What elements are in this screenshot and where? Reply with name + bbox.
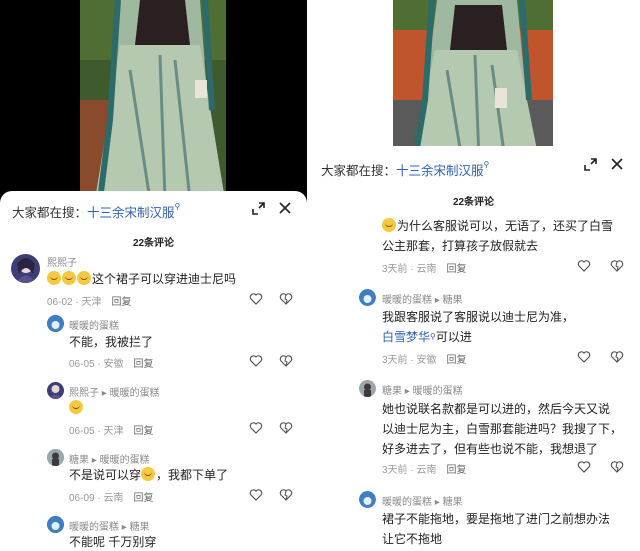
heart-icon[interactable] <box>577 460 591 474</box>
arrow-right-icon: ▸ <box>434 295 440 306</box>
broken-heart-icon[interactable] <box>279 421 293 435</box>
avatar[interactable] <box>359 289 376 306</box>
reply-button[interactable]: 回复 <box>446 355 466 366</box>
comment-count: 22条评论 <box>132 238 175 249</box>
heart-icon[interactable] <box>577 259 591 273</box>
arrow-right-icon: ▸ <box>101 388 107 399</box>
broken-heart-icon[interactable] <box>610 350 624 364</box>
heart-icon[interactable] <box>249 354 263 368</box>
comment-text: 她也说联名款都是可以进的，然后今天又说 以迪士尼为主，白雪那套能进吗？我搜了下，… <box>382 402 623 456</box>
broken-heart-icon[interactable] <box>610 259 624 273</box>
username[interactable]: 暖暖的蛋糕 ▸ 糖果 <box>382 291 463 306</box>
expand-icon[interactable] <box>582 156 598 172</box>
username[interactable]: 糖果 ▸ 暖暖的蛋糕 <box>382 382 463 397</box>
comment-meta: 3天前 · 云南 回复 <box>382 465 467 476</box>
search-term-link[interactable]: 十三余宋制汉服 <box>87 206 175 220</box>
reply-button[interactable]: 回复 <box>111 297 131 308</box>
avatar[interactable] <box>47 382 64 399</box>
cry-emoji-icon <box>77 271 91 285</box>
reply-button[interactable]: 回复 <box>133 359 153 370</box>
username[interactable]: 熙熙子 <box>47 254 77 269</box>
heart-icon[interactable] <box>249 488 263 502</box>
comment-text: 不能呢 千万别穿 <box>69 535 157 549</box>
avatar[interactable] <box>47 516 64 533</box>
reply-button[interactable]: 回复 <box>133 426 153 437</box>
search-prefix: 大家都在搜： <box>12 206 88 220</box>
avatar[interactable] <box>11 254 40 283</box>
scared-emoji-icon <box>141 467 156 481</box>
avatar[interactable] <box>359 380 376 397</box>
comment-sheet: 大家都在搜：十三余宋制汉服⚲ 22条评论 熙熙子 这个裙子可以穿进迪士尼吗 06… <box>0 191 307 551</box>
username[interactable]: 暖暖的蛋糕 <box>69 317 119 332</box>
avatar[interactable] <box>359 491 376 508</box>
reply-button[interactable]: 回复 <box>446 264 466 275</box>
close-icon[interactable] <box>609 156 625 172</box>
search-prefix: 大家都在搜： <box>321 164 397 178</box>
cry-emoji-icon <box>382 218 396 232</box>
reply-button[interactable]: 回复 <box>446 465 466 476</box>
sheet-header: 大家都在搜：十三余宋制汉服⚲ <box>0 191 307 227</box>
cry-emoji-icon <box>47 271 61 285</box>
hanfu-photo <box>0 0 307 200</box>
comment-text: 裙子不能拖地，要是拖地了进门之前想办法 让它不拖地 <box>382 512 611 546</box>
search-link[interactable]: 白雪梦华 <box>382 330 430 344</box>
avatar[interactable] <box>47 315 64 332</box>
comment-text <box>69 398 84 418</box>
comment-meta: 06-05 · 天津 回复 <box>69 426 154 437</box>
search-icon: ⚲ <box>483 160 490 169</box>
comment-sheet: 大家都在搜：十三余宋制汉服⚲ 22条评论 为什么客服说可以，无语了，还买了白雪 … <box>307 146 640 551</box>
comment-text: 我跟客服说了客服说以迪士尼为准， 白雪梦华⚲可以进 <box>382 310 575 344</box>
heart-icon[interactable] <box>577 350 591 364</box>
comment-count: 22条评论 <box>452 197 495 208</box>
search-suggestion[interactable]: 大家都在搜：十三余宋制汉服⚲ <box>12 202 180 221</box>
comment-meta: 06-05 · 安徽 回复 <box>69 359 154 370</box>
search-suggestion[interactable]: 大家都在搜：十三余宋制汉服⚲ <box>321 160 489 179</box>
comment-meta: 06-09 · 云南 回复 <box>69 493 154 504</box>
broken-heart-icon[interactable] <box>279 354 293 368</box>
arrow-right-icon: ▸ <box>404 386 410 397</box>
broken-heart-icon[interactable] <box>279 488 293 502</box>
avatar[interactable] <box>47 449 64 466</box>
username[interactable]: 熙熙子 ▸ 暖暖的蛋糕 <box>69 384 160 399</box>
cry-emoji-icon <box>62 271 76 285</box>
search-term-link[interactable]: 十三余宋制汉服 <box>396 164 484 178</box>
left-screenshot: 大家都在搜：十三余宋制汉服⚲ 22条评论 熙熙子 这个裙子可以穿进迪士尼吗 06… <box>0 0 307 551</box>
search-icon: ⚲ <box>174 202 181 211</box>
right-screenshot: 大家都在搜：十三余宋制汉服⚲ 22条评论 为什么客服说可以，无语了，还买了白雪 … <box>307 0 640 551</box>
comment-text: 不是说可以穿 ，我都下单了 <box>69 467 229 482</box>
username[interactable]: 暖暖的蛋糕 ▸ 糖果 <box>382 493 463 508</box>
username[interactable]: 暖暖的蛋糕 ▸ 糖果 <box>69 518 150 533</box>
comment-meta: 06-02 · 天津 回复 <box>47 297 132 308</box>
sheet-header: 大家都在搜：十三余宋制汉服⚲ <box>307 146 640 182</box>
hanfu-photo <box>307 0 640 160</box>
reply-button[interactable]: 回复 <box>133 493 153 504</box>
comment-text: 为什么客服说可以，无语了，还买了白雪 公主那套，打算孩子放假就去 <box>382 218 614 253</box>
heart-icon[interactable] <box>249 421 263 435</box>
grin-emoji-icon <box>69 400 83 414</box>
comment-meta: 3天前 · 安徽 回复 <box>382 355 467 366</box>
username[interactable]: 糖果 ▸ 暖暖的蛋糕 <box>69 451 150 466</box>
close-icon[interactable] <box>277 200 293 216</box>
comment-text: 这个裙子可以穿进迪士尼吗 <box>47 269 287 289</box>
broken-heart-icon[interactable] <box>610 460 624 474</box>
expand-icon[interactable] <box>250 200 266 216</box>
comment-text: 不能，我被拦了 <box>69 335 154 349</box>
heart-icon[interactable] <box>249 292 263 306</box>
comment-meta: 3天前 · 云南 回复 <box>382 264 467 275</box>
broken-heart-icon[interactable] <box>279 292 293 306</box>
arrow-right-icon: ▸ <box>434 497 440 508</box>
